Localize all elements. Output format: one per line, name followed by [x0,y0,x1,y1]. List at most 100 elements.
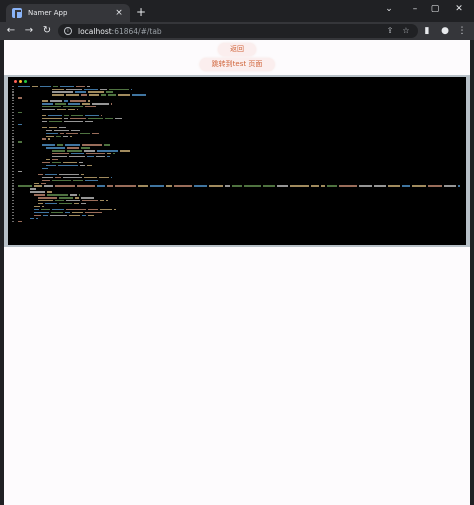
line-number [12,173,14,175]
code-line [12,220,464,223]
code-token [76,85,85,87]
share-icon[interactable]: ⇪ [384,24,396,38]
line-number [12,85,14,87]
code-token [412,185,426,187]
tab-close-icon[interactable]: × [114,8,124,18]
code-token [72,211,83,214]
code-token [71,114,83,117]
code-token [327,185,337,187]
code-token [67,150,82,152]
code-token [97,185,105,187]
tab-search-chevron-icon[interactable]: ⌄ [382,3,396,15]
code-token [64,100,68,102]
code-token [339,185,357,187]
line-number [12,159,14,161]
code-token [70,100,86,102]
code-token [60,132,64,134]
code-token [42,144,55,146]
bookmark-star-icon[interactable]: ☆ [400,24,412,38]
line-number [12,161,14,164]
code-token [30,191,45,193]
code-token [34,211,49,214]
code-token [106,200,108,202]
code-token [40,85,51,87]
code-token [84,150,95,152]
minimize-button[interactable]: – [408,3,422,15]
code-token [77,185,95,187]
line-number [12,126,14,128]
goto-test-page-button[interactable]: 跳转到test 页面 [199,58,275,71]
code-token [34,206,40,208]
code-token [86,153,105,155]
code-token [52,94,64,96]
maximize-button[interactable]: ▢ [428,3,442,15]
code-token [84,88,98,90]
code-token [52,88,64,90]
window-dots [14,80,27,83]
forward-arrow-icon[interactable]: → [22,24,36,38]
tab-title: Namer App [28,9,68,17]
code-token [70,117,86,120]
line-number [12,220,14,222]
code-token [18,85,30,87]
browser-tab[interactable]: Namer App × [6,4,130,22]
code-token [46,147,65,149]
code-token [88,91,104,93]
line-number [12,179,14,181]
code-token [120,150,130,152]
code-token [34,182,39,184]
back-button[interactable]: 返回 [218,43,256,56]
new-tab-button[interactable]: + [134,5,148,19]
code-token [232,185,242,187]
code-token [71,129,80,131]
chrome-menu-icon[interactable]: ⋮ [455,24,469,38]
line-number [12,132,14,134]
code-token [42,109,55,111]
code-token [73,179,83,181]
line-number [12,200,14,202]
code-token [54,129,69,131]
site-info-icon[interactable]: i [64,27,72,35]
code-token [114,208,116,211]
code-snippet-frame [4,75,470,247]
code-token [44,185,53,187]
code-token [38,173,43,176]
code-token [18,185,32,187]
code-token [92,103,109,105]
code-token [59,203,72,205]
code-token [209,185,223,187]
back-arrow-icon[interactable]: ← [4,24,18,38]
code-token [18,123,22,126]
code-token [51,211,63,214]
code-token [85,211,102,214]
code-token [52,153,69,155]
code-token [88,100,90,102]
code-token [52,156,67,158]
code-token [42,167,48,170]
close-window-button[interactable]: ✕ [452,3,466,15]
line-number [12,114,14,117]
code-token [321,185,325,187]
line-number [12,185,14,187]
code-token [80,164,85,167]
code-token [388,185,400,187]
code-token [444,185,456,187]
code-token [18,112,22,114]
code-token [101,94,106,96]
line-number [12,164,14,167]
line-number [12,156,14,158]
code-token [81,203,86,205]
code-token [75,197,79,199]
line-number [12,88,14,90]
reload-icon[interactable]: ↻ [40,24,54,38]
address-bar[interactable]: i localhost :61864/#/tab ⇪ ☆ [58,24,418,38]
profile-icon[interactable]: ● [438,24,452,38]
code-token [100,200,104,202]
code-token [52,91,73,93]
code-token [42,120,47,123]
side-panel-icon[interactable]: ▮ [420,24,434,38]
code-token [46,129,52,131]
line-number [12,147,14,149]
code-token [46,132,58,134]
code-token [115,117,122,120]
